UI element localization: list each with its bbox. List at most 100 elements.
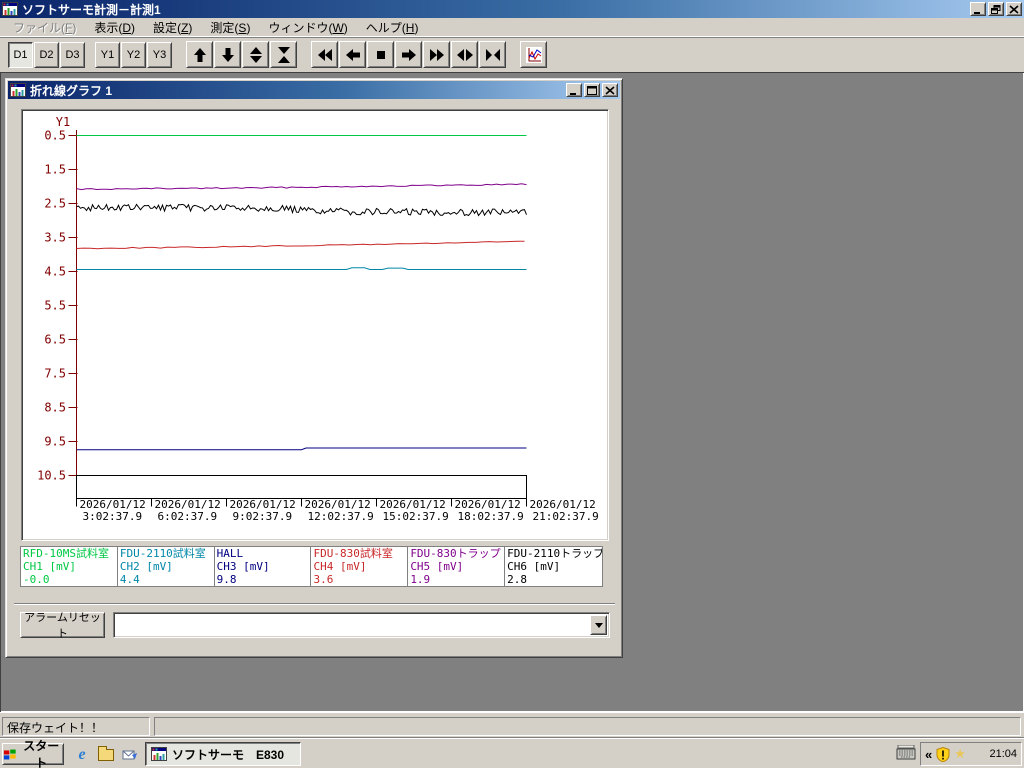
toolbar-d3-button[interactable]: D3 <box>60 41 85 68</box>
x-tick-time: 18:02:37.9 <box>458 510 524 523</box>
start-button[interactable]: スタート <box>2 739 64 768</box>
compress-vertical-icon <box>277 46 290 63</box>
compress-vertical-button[interactable] <box>270 41 297 68</box>
alarm-combobox[interactable] <box>113 612 610 638</box>
maximize-icon <box>587 85 597 95</box>
window-title: ソフトサーモ計測－計測1 <box>22 2 161 17</box>
restore-icon <box>991 4 1001 14</box>
combobox-dropdown-button[interactable] <box>590 615 607 635</box>
compress-horizontal-button[interactable] <box>479 41 506 68</box>
series-CH3 <box>76 447 527 451</box>
child-maximize-button[interactable] <box>584 83 600 97</box>
y-tick-label: 8.5 <box>44 401 66 415</box>
legend-cell-ch2: FDU-2110試料室 CH2 [mV] 4.4 <box>117 547 215 586</box>
step-right-button[interactable] <box>395 41 422 68</box>
main-titlebar: ソフトサーモ計測－計測1 <box>0 0 1024 18</box>
y-tick-label: 6.5 <box>44 333 66 347</box>
double-right-icon <box>429 48 444 61</box>
legend-station: RFD-10MS試料室 <box>23 547 109 560</box>
legend-value: 3.6 <box>313 573 334 586</box>
task-app-icon <box>151 747 167 761</box>
y-tick-label: 7.5 <box>44 367 66 381</box>
status-message: 保存ウェイト！！ <box>2 717 150 736</box>
scroll-up-button[interactable] <box>186 41 213 68</box>
arrow-up-icon <box>193 47 206 62</box>
plot-bottom-box <box>76 475 527 499</box>
line-graph-titlebar[interactable]: 折れ線グラフ 1 <box>8 81 620 99</box>
menu-settings-label: 設定 <box>153 20 178 35</box>
legend-cell-ch4: FDU-830試料室 CH4 [mV] 3.6 <box>311 547 409 586</box>
toolbar-y3-button[interactable]: Y3 <box>147 41 172 68</box>
y-tick-label: 5.5 <box>44 299 66 313</box>
toolbar-y1-button[interactable]: Y1 <box>95 41 120 68</box>
menu-view-label: 表示 <box>94 20 119 35</box>
arrow-down-icon <box>221 47 234 62</box>
step-left-button[interactable] <box>339 41 366 68</box>
child-close-button[interactable] <box>602 83 618 97</box>
menu-file[interactable]: ファイル(F) <box>4 18 85 37</box>
folder-icon <box>98 746 114 761</box>
system-tray: « ★ 21:04 <box>920 742 1022 766</box>
minimize-button[interactable] <box>970 2 986 16</box>
legend-channel: CH5 [mV] <box>410 560 464 573</box>
expand-horizontal-button[interactable] <box>451 41 478 68</box>
compress-horizontal-icon <box>485 48 500 61</box>
separator <box>14 603 615 605</box>
toolbar-d1-button[interactable]: D1 <box>8 41 33 68</box>
alarm-combobox-value <box>116 615 590 635</box>
close-button[interactable] <box>1006 2 1022 16</box>
task-button-softthermo[interactable]: ソフトサーモ E830 <box>145 742 301 766</box>
scroll-down-button[interactable] <box>214 41 241 68</box>
x-tick-time: 15:02:37.9 <box>383 510 449 523</box>
status-secondary <box>154 717 1021 736</box>
expand-vertical-icon <box>249 46 262 63</box>
close-icon <box>1009 4 1019 14</box>
security-alert-shield-icon[interactable] <box>936 746 950 762</box>
menu-view-mnemonic: D <box>122 20 132 35</box>
y-tick-label: 9.5 <box>44 435 66 449</box>
menu-settings[interactable]: 設定(Z) <box>144 18 201 37</box>
app-icon <box>2 2 18 16</box>
line-graph-title: 折れ線グラフ 1 <box>30 83 113 98</box>
mdi-client-area: 折れ線グラフ 1 Y1 0.5 1.5 2.5 3.5 4.5 5.5 6.5 7.5 8.5 9.… <box>0 72 1024 712</box>
outlook-express-icon <box>122 750 137 760</box>
legend-channel: CH6 [mV] <box>507 560 561 573</box>
tray-chevrons[interactable]: « <box>925 747 932 762</box>
menu-help-mnemonic: H <box>405 20 415 35</box>
series-CH2 <box>76 267 527 270</box>
arrow-left-icon <box>345 48 360 61</box>
legend-channel: CH2 [mV] <box>119 560 173 573</box>
line-chart[interactable]: Y10.51.52.53.54.55.56.57.58.59.510.52026… <box>23 111 607 538</box>
menu-measure[interactable]: 測定(S) <box>201 18 259 37</box>
fast-forward-button[interactable] <box>423 41 450 68</box>
start-label: スタート <box>23 739 60 768</box>
child-minimize-button[interactable] <box>566 83 582 97</box>
quicklaunch-internet-explorer[interactable]: e <box>72 745 92 765</box>
language-keyboard-icon[interactable] <box>896 744 916 763</box>
alarm-reset-button[interactable]: アラームリセット <box>20 612 105 640</box>
menu-help[interactable]: ヘルプ(H) <box>357 18 428 37</box>
legend-cell-ch1: RFD-10MS試料室 CH1 [mV] -0.0 <box>21 547 118 586</box>
toolbar-y2-button[interactable]: Y2 <box>121 41 146 68</box>
restore-button[interactable] <box>988 2 1004 16</box>
legend-cell-ch6: FDU-2110トラップ CH6 [mV] 2.8 <box>505 547 602 586</box>
expand-vertical-button[interactable] <box>242 41 269 68</box>
y-tick-label: 3.5 <box>44 231 66 245</box>
legend-channel: CH1 [mV] <box>23 560 76 573</box>
y-tick-label: 0.5 <box>44 129 66 143</box>
graph-settings-button[interactable] <box>520 41 547 68</box>
quicklaunch-folder[interactable] <box>96 745 116 765</box>
fast-backward-button[interactable] <box>311 41 338 68</box>
quicklaunch-outlook-express[interactable] <box>120 745 140 765</box>
close-icon <box>605 85 615 95</box>
toolbar-d2-button[interactable]: D2 <box>34 41 59 68</box>
taskbar: スタート e ソフトサーモ E830 « ★ 21:04 <box>0 738 1024 768</box>
stop-button[interactable] <box>367 41 394 68</box>
menu-view[interactable]: 表示(D) <box>85 18 144 37</box>
legend-station: HALL <box>216 547 244 560</box>
star-icon[interactable]: ★ <box>954 746 966 762</box>
legend-cell-ch3: HALL CH3 [mV] 9.8 <box>214 547 312 586</box>
legend-station: FDU-830試料室 <box>313 547 393 560</box>
menu-window[interactable]: ウィンドウ(W) <box>259 18 356 37</box>
mini-chart-icon <box>525 46 542 63</box>
